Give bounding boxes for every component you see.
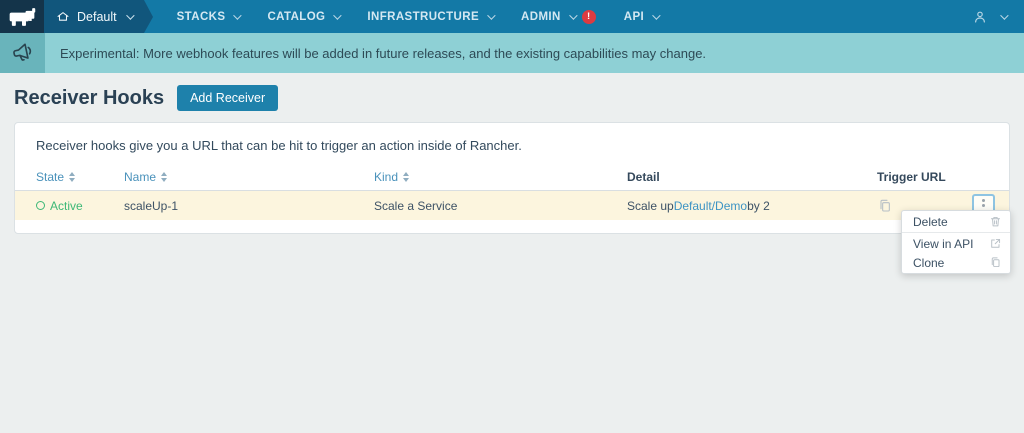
- banner-message: Experimental: More webhook features will…: [60, 45, 707, 61]
- chevron-down-icon: [652, 10, 661, 20]
- nav-item-stacks[interactable]: STACKS: [163, 0, 254, 33]
- trash-icon: [989, 215, 1002, 228]
- chevron-down-icon: [568, 10, 578, 20]
- chevron-down-icon: [125, 10, 135, 20]
- column-header-trigger-url: Trigger URL: [877, 170, 946, 184]
- chevron-down-icon: [487, 10, 496, 20]
- kind-cell: Scale a Service: [374, 198, 458, 213]
- column-header-kind[interactable]: Kind: [374, 170, 627, 184]
- sort-icon: [69, 172, 76, 182]
- top-nav: Default STACKS CATALOG INFRASTRUCTURE AD…: [0, 0, 1024, 33]
- environment-name: Default: [77, 9, 117, 24]
- environment-selector[interactable]: Default: [44, 0, 144, 33]
- stack-service-link[interactable]: Default/Demo: [674, 199, 747, 213]
- column-header-name[interactable]: Name: [124, 170, 374, 184]
- card-description: Receiver hooks give you a URL that can b…: [36, 138, 522, 153]
- environment-arrow-notch: [143, 0, 153, 33]
- column-header-detail: Detail: [627, 170, 660, 184]
- chevron-down-icon: [333, 10, 343, 20]
- banner-icon-block: [0, 33, 45, 73]
- menu-item-view-in-api[interactable]: View in API: [902, 234, 1010, 253]
- nav-item-infrastructure[interactable]: INFRASTRUCTURE: [353, 0, 507, 33]
- column-header-state[interactable]: State: [36, 170, 124, 184]
- megaphone-icon: [10, 40, 36, 66]
- announcement-banner: Experimental: More webhook features will…: [0, 33, 1024, 73]
- copy-trigger-url-button[interactable]: [877, 198, 893, 214]
- nav-item-admin[interactable]: ADMIN !: [507, 0, 610, 33]
- copy-icon: [989, 256, 1002, 269]
- table-header-row: State Name Kind Detail Trigger URL: [15, 164, 1009, 191]
- row-actions-menu: Delete View in API Clone: [901, 210, 1011, 274]
- nav-item-api[interactable]: API: [610, 0, 672, 33]
- menu-divider: [902, 232, 1010, 233]
- menu-item-clone[interactable]: Clone: [902, 253, 1010, 272]
- nav-menu: STACKS CATALOG INFRASTRUCTURE ADMIN ! AP…: [163, 0, 673, 33]
- add-receiver-button[interactable]: Add Receiver: [177, 85, 279, 111]
- state-label: Active: [50, 198, 83, 213]
- rancher-logo[interactable]: [0, 0, 44, 33]
- nav-item-catalog[interactable]: CATALOG: [253, 0, 353, 33]
- menu-item-delete[interactable]: Delete: [902, 212, 1010, 231]
- copy-icon: [880, 199, 890, 212]
- name-cell: scaleUp-1: [124, 198, 179, 213]
- chevron-down-icon: [1000, 10, 1009, 20]
- sort-icon: [161, 172, 168, 182]
- active-status-icon: [36, 201, 45, 210]
- detail-cell: Scale up Default/Demo by 2: [627, 198, 770, 213]
- state-cell: Active: [36, 199, 124, 213]
- receiver-hooks-card: Receiver hooks give you a URL that can b…: [14, 122, 1010, 234]
- sort-icon: [403, 172, 410, 182]
- admin-alert-badge: !: [581, 9, 596, 24]
- page-header: Receiver Hooks Add Receiver: [14, 85, 1010, 111]
- external-link-icon: [989, 237, 1002, 250]
- home-icon: [56, 10, 70, 24]
- cattle-logo-icon: [7, 7, 37, 27]
- user-menu[interactable]: [972, 0, 1024, 33]
- user-icon: [972, 9, 988, 25]
- page-title: Receiver Hooks: [14, 86, 165, 109]
- chevron-down-icon: [233, 10, 243, 20]
- table-row: Active scaleUp-1 Scale a Service Scale u…: [15, 191, 1009, 220]
